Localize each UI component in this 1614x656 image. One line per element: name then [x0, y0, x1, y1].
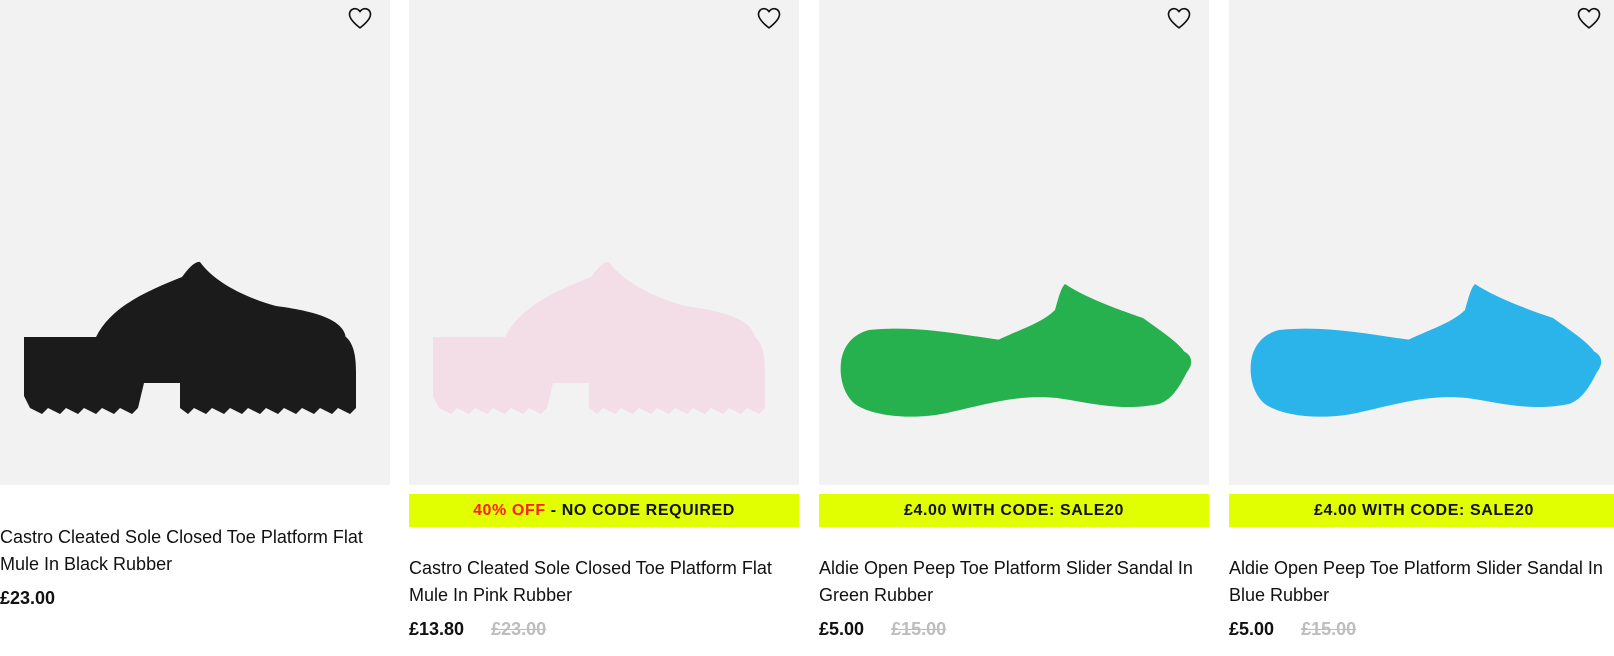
heart-outline-icon — [348, 7, 372, 29]
promo-badge: £4.00 WITH CODE: SALE20 — [819, 494, 1209, 527]
promo-badge: 40% OFF - NO CODE REQUIRED — [409, 494, 799, 527]
product-title[interactable]: Aldie Open Peep Toe Platform Slider Sand… — [819, 555, 1199, 609]
shoe-sole — [24, 337, 356, 414]
promo-badge-highlight: 40% OFF — [473, 502, 546, 519]
wishlist-button[interactable] — [346, 4, 374, 32]
wishlist-button[interactable] — [755, 4, 783, 32]
slider-image — [1250, 284, 1602, 417]
product-image[interactable] — [1229, 0, 1614, 485]
shoe-upper — [505, 261, 755, 340]
product-grid: Castro Cleated Sole Closed Toe Platform … — [0, 0, 1614, 656]
original-price: £23.00 — [491, 619, 547, 639]
promo-badge: £4.00 WITH CODE: SALE20 — [1229, 494, 1614, 527]
product-image[interactable] — [409, 0, 799, 485]
shoe-upper — [96, 261, 346, 340]
heart-outline-icon — [1167, 7, 1191, 29]
current-price: £13.80 — [409, 619, 465, 639]
clog-image — [24, 261, 356, 414]
price-row: £5.00 £15.00 — [819, 619, 946, 640]
product-title[interactable]: Aldie Open Peep Toe Platform Slider Sand… — [1229, 555, 1609, 609]
clog-image — [433, 261, 765, 414]
original-price: £15.00 — [891, 619, 947, 639]
wishlist-button[interactable] — [1575, 4, 1603, 32]
heart-outline-icon — [1577, 7, 1601, 29]
product-image[interactable] — [819, 0, 1209, 485]
product-card[interactable]: 40% OFF - NO CODE REQUIRED Castro Cleate… — [409, 0, 799, 656]
original-price: £15.00 — [1301, 619, 1357, 639]
current-price: £5.00 — [1229, 619, 1275, 639]
price-row: £13.80 £23.00 — [409, 619, 546, 640]
slider-image — [840, 284, 1192, 417]
promo-badge-text: - NO CODE REQUIRED — [545, 502, 735, 519]
current-price: £5.00 — [819, 619, 865, 639]
promo-badge-text: £4.00 WITH CODE: SALE20 — [1313, 502, 1535, 519]
price-row: £5.00 £15.00 — [1229, 619, 1356, 640]
product-title[interactable]: Castro Cleated Sole Closed Toe Platform … — [409, 555, 789, 609]
price-row: £23.00 — [0, 588, 77, 609]
wishlist-button[interactable] — [1165, 4, 1193, 32]
product-title[interactable]: Castro Cleated Sole Closed Toe Platform … — [0, 524, 380, 578]
product-card[interactable]: Castro Cleated Sole Closed Toe Platform … — [0, 0, 390, 656]
current-price: £23.00 — [0, 588, 56, 608]
promo-badge-text: £4.00 WITH CODE: SALE20 — [903, 502, 1125, 519]
product-image[interactable] — [0, 0, 390, 485]
product-card[interactable]: £4.00 WITH CODE: SALE20 Aldie Open Peep … — [819, 0, 1209, 656]
product-card[interactable]: £4.00 WITH CODE: SALE20 Aldie Open Peep … — [1229, 0, 1614, 656]
shoe-sole — [433, 337, 765, 414]
heart-outline-icon — [757, 7, 781, 29]
